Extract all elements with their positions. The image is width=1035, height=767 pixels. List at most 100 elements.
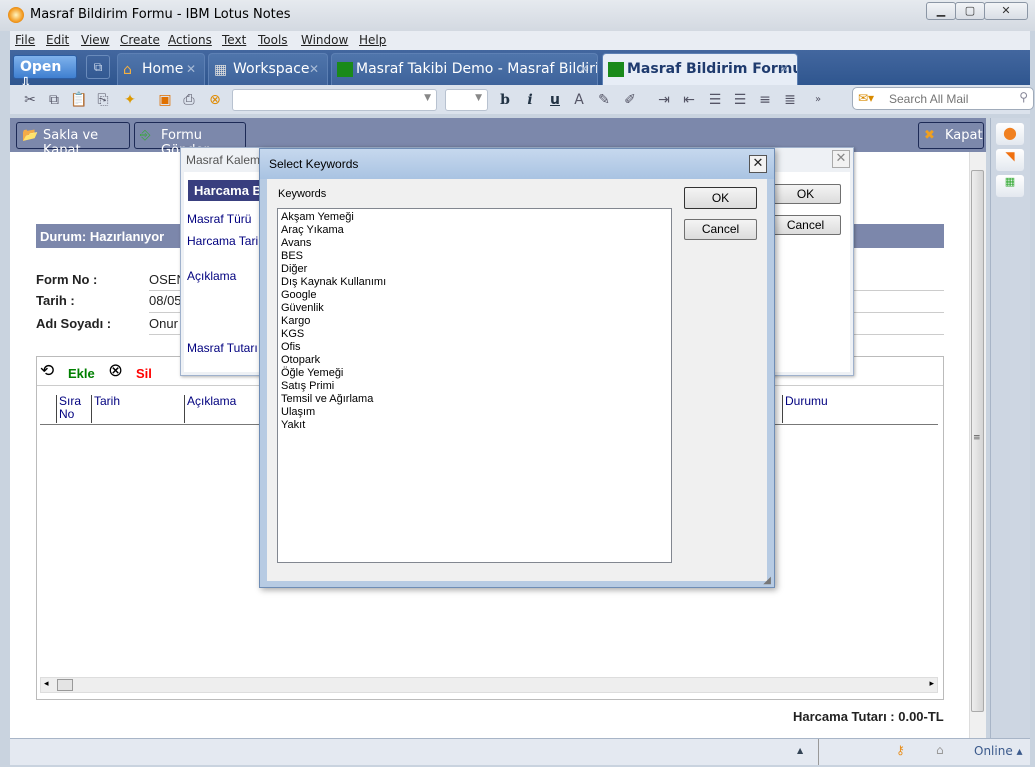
menu-text[interactable]: Text: [222, 33, 246, 47]
scroll-right-icon[interactable]: ▸: [929, 679, 934, 689]
save-and-close-button[interactable]: 📂 Sakla ve Kapat: [16, 122, 130, 158]
switch-windows-button[interactable]: ⧉: [86, 55, 110, 79]
cancel-button[interactable]: Cancel: [684, 219, 757, 240]
close-tab-icon[interactable]: ✕: [309, 62, 319, 76]
bullet-list-icon[interactable]: ☰: [707, 92, 723, 108]
highlight-icon[interactable]: ✎: [596, 92, 612, 108]
keyword-item[interactable]: Google: [281, 289, 668, 302]
menu-edit[interactable]: Edit: [46, 33, 69, 47]
delete-button[interactable]: Sil: [136, 366, 152, 381]
print-icon[interactable]: ⎙: [181, 92, 197, 108]
close-form-button[interactable]: ✖ Kapat: [918, 122, 984, 149]
align-center-icon[interactable]: ≡: [757, 92, 773, 108]
search-field[interactable]: ✉▾ ⚲: [852, 87, 1034, 110]
close-tab-icon[interactable]: ✕: [579, 62, 589, 76]
search-input[interactable]: [889, 92, 1014, 106]
bold-icon[interactable]: b: [497, 92, 513, 108]
resize-grip-icon[interactable]: ◢: [763, 575, 771, 586]
keyword-item[interactable]: Diğer: [281, 263, 668, 276]
close-tab-icon[interactable]: ✕: [779, 62, 789, 76]
keyword-item[interactable]: Öğle Yemeği: [281, 367, 668, 380]
dialog-body: Keywords Akşam Yemeği Araç Yıkama Avans BES…: [267, 179, 767, 581]
online-status[interactable]: Online ▴: [974, 744, 1023, 758]
close-tab-icon[interactable]: ✕: [186, 62, 196, 76]
indent-icon[interactable]: ⇥: [656, 92, 672, 108]
expense-amount-label: Masraf Tutarı: [187, 341, 258, 355]
keyword-item[interactable]: Kargo: [281, 315, 668, 328]
delete-icon[interactable]: ⊗: [108, 360, 123, 381]
keyword-item[interactable]: Akşam Yemeği: [281, 211, 668, 224]
keywords-list[interactable]: Akşam Yemeği Araç Yıkama Avans BES Diğer Dış …: [277, 208, 672, 563]
keyword-item[interactable]: Araç Yıkama: [281, 224, 668, 237]
keyword-item[interactable]: Yakıt: [281, 419, 668, 432]
paste-link-icon[interactable]: ⎘: [95, 92, 111, 108]
menu-view[interactable]: View: [81, 33, 109, 47]
text-color-icon[interactable]: A: [571, 92, 587, 108]
mail-scope-icon[interactable]: ✉▾: [858, 91, 874, 105]
pen-icon[interactable]: ✐: [622, 92, 638, 108]
keywords-label: Keywords: [278, 188, 327, 200]
underline-icon[interactable]: u: [547, 92, 563, 108]
menu-create[interactable]: Create: [120, 33, 160, 47]
keyword-item[interactable]: Dış Kaynak Kullanımı: [281, 276, 668, 289]
keyword-item[interactable]: Temsil ve Ağırlama: [281, 393, 668, 406]
outdent-icon[interactable]: ⇤: [681, 92, 697, 108]
copy-icon[interactable]: ⧉: [46, 92, 62, 108]
save-icon[interactable]: ▣: [157, 92, 173, 108]
cut-icon[interactable]: ✂: [22, 92, 38, 108]
stop-icon[interactable]: ⊗: [207, 92, 223, 108]
font-size-select[interactable]: ▼: [445, 89, 488, 111]
add-button[interactable]: Ekle: [68, 366, 95, 381]
form-icon: [608, 62, 624, 77]
keyword-item[interactable]: KGS: [281, 328, 668, 341]
expense-type-label: Masraf Türü: [187, 212, 252, 226]
ok-button[interactable]: OK: [684, 187, 757, 209]
close-window-button[interactable]: ✕: [984, 2, 1028, 20]
tab-workspace[interactable]: ▦ Workspace ✕: [208, 53, 328, 85]
new-icon[interactable]: ✦: [122, 92, 138, 108]
bg-ok-button[interactable]: OK: [770, 184, 841, 204]
close-dialog-icon[interactable]: ✕: [749, 155, 767, 173]
send-form-icon: ⎆: [140, 128, 151, 143]
open-button[interactable]: Open ⇩: [13, 55, 77, 91]
keyword-item[interactable]: Güvenlik: [281, 302, 668, 315]
calendar-icon[interactable]: ▦: [996, 175, 1024, 197]
key-icon[interactable]: ⚷: [896, 743, 905, 757]
scroll-left-icon[interactable]: ◂: [44, 679, 49, 689]
justify-icon[interactable]: ≣: [782, 92, 798, 108]
vertical-scroll-thumb[interactable]: ≡: [971, 170, 984, 712]
keyword-item[interactable]: Satış Primi: [281, 380, 668, 393]
numbered-list-icon[interactable]: ☰: [732, 92, 748, 108]
keyword-item[interactable]: Ofis: [281, 341, 668, 354]
italic-icon[interactable]: i: [522, 92, 538, 108]
menu-file[interactable]: File: [15, 33, 35, 47]
close-dialog-icon[interactable]: ✕: [832, 150, 850, 168]
menu-tools[interactable]: Tools: [258, 33, 288, 47]
tab-home[interactable]: ⌂ Home ✕: [117, 53, 205, 85]
tab-masraf-takibi[interactable]: Masraf Takibi Demo - Masraf Bildiri... ✕: [331, 53, 598, 85]
keyword-item[interactable]: Ulaşım: [281, 406, 668, 419]
keyword-item[interactable]: Otopark: [281, 354, 668, 367]
menu-window[interactable]: Window: [301, 33, 348, 47]
sametime-icon[interactable]: ●: [996, 123, 1024, 145]
keyword-item[interactable]: BES: [281, 250, 668, 263]
minimize-button[interactable]: ▁: [926, 2, 956, 20]
more-icon[interactable]: »: [810, 92, 826, 108]
paste-icon[interactable]: 📋: [70, 92, 87, 108]
bg-cancel-button[interactable]: Cancel: [770, 215, 841, 235]
send-form-button[interactable]: ⎆Formu Gönder: [134, 122, 246, 158]
font-select[interactable]: ▼: [232, 89, 437, 111]
menu-actions[interactable]: Actions: [168, 33, 212, 47]
status-up-icon[interactable]: ▲: [797, 746, 803, 755]
horizontal-scroll-thumb[interactable]: [57, 679, 73, 691]
add-icon[interactable]: ⟲: [40, 361, 54, 381]
keyword-item[interactable]: Avans: [281, 237, 668, 250]
menu-help[interactable]: Help: [359, 33, 386, 47]
location-icon[interactable]: ⌂: [936, 743, 944, 757]
horizontal-scrollbar[interactable]: ◂ ▸: [40, 677, 938, 693]
search-icon[interactable]: ⚲: [1019, 90, 1028, 104]
feeds-icon[interactable]: ◥: [996, 149, 1024, 171]
tab-masraf-bildirim-formu[interactable]: Masraf Bildirim Formu ✕: [602, 53, 798, 85]
title-bar: Masraf Bildirim Formu - IBM Lotus Notes …: [0, 0, 1035, 31]
maximize-button[interactable]: ▢: [955, 2, 985, 20]
